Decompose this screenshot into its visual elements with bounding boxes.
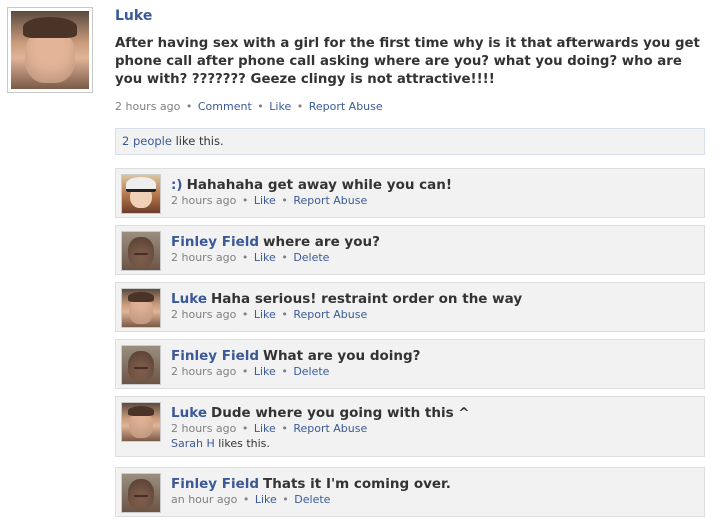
commenter-name-link[interactable]: Finley Field	[171, 476, 259, 492]
likes-suffix: like this.	[171, 134, 224, 148]
comment-meta: 2 hours ago • Like • Report Abuse	[171, 422, 367, 435]
report-abuse-link[interactable]: Report Abuse	[309, 100, 383, 113]
comment-meta: 2 hours ago • Like • Delete	[171, 251, 329, 264]
like-link[interactable]: Like	[269, 100, 291, 113]
comment-meta: 2 hours ago • Like • Report Abuse	[171, 308, 367, 321]
commenter-avatar[interactable]	[121, 345, 161, 385]
post-body: After having sex with a girl for the fir…	[115, 36, 700, 87]
likes-summary: 2 people like this.	[115, 128, 705, 155]
separator: •	[241, 194, 249, 207]
separator: •	[281, 422, 288, 435]
comment-item: Finley Field What are you doing? 2 hours …	[115, 339, 705, 389]
separator: •	[185, 100, 193, 113]
comment-text: where are you?	[263, 234, 380, 250]
comment-timestamp: 2 hours ago	[171, 251, 237, 264]
comment-text: Haha serious! restraint order on the way	[211, 291, 523, 307]
commenter-name-link[interactable]: Luke	[171, 291, 207, 307]
separator: •	[241, 365, 249, 378]
avatar	[122, 232, 160, 270]
comment-meta: an hour ago • Like • Delete	[171, 493, 330, 506]
comment-line: Luke Haha serious! restraint order on the…	[171, 288, 522, 307]
comment-timestamp: 2 hours ago	[171, 422, 237, 435]
commenter-name-link[interactable]: Luke	[171, 405, 207, 421]
delete-link[interactable]: Delete	[294, 493, 330, 506]
comment-line: :) Hahahaha get away while you can!	[171, 174, 452, 193]
avatar	[11, 11, 89, 89]
comment-item: Finley Field where are you? 2 hours ago •…	[115, 225, 705, 275]
avatar	[122, 403, 160, 441]
separator: •	[282, 493, 289, 506]
commenter-name-link[interactable]: Finley Field	[171, 234, 259, 250]
like-link[interactable]: Like	[254, 251, 276, 264]
post-timestamp: 2 hours ago	[115, 100, 181, 113]
report-abuse-link[interactable]: Report Abuse	[293, 308, 367, 321]
post-meta: 2 hours ago • Comment • Like • Report Ab…	[115, 100, 383, 113]
like-link[interactable]: Like	[254, 308, 276, 321]
separator: •	[281, 194, 288, 207]
delete-link[interactable]: Delete	[293, 365, 329, 378]
comment-text: Dude where you going with this ^	[211, 405, 470, 421]
comment-link[interactable]: Comment	[198, 100, 252, 113]
comment-meta: 2 hours ago • Like • Report Abuse	[171, 194, 367, 207]
comment-line: Luke Dude where you going with this ^	[171, 402, 470, 421]
comment-meta: 2 hours ago • Like • Delete	[171, 365, 329, 378]
separator: •	[296, 100, 304, 113]
separator: •	[281, 308, 288, 321]
comment-text: What are you doing?	[263, 348, 421, 364]
commenter-avatar[interactable]	[121, 288, 161, 328]
comment-timestamp: 2 hours ago	[171, 365, 237, 378]
separator: •	[241, 422, 249, 435]
separator: •	[241, 308, 249, 321]
like-link[interactable]: Like	[254, 365, 276, 378]
comment-timestamp: 2 hours ago	[171, 308, 237, 321]
avatar	[122, 474, 160, 512]
likes-suffix: likes this.	[214, 437, 270, 450]
avatar	[122, 289, 160, 327]
comment-line: Finley Field What are you doing?	[171, 345, 421, 364]
like-link[interactable]: Like	[254, 194, 276, 207]
comment-item: :) Hahahaha get away while you can! 2 hou…	[115, 168, 705, 218]
comment-line: Finley Field Thats it I'm coming over.	[171, 473, 451, 492]
comment-text: Thats it I'm coming over.	[263, 476, 451, 492]
separator: •	[242, 493, 250, 506]
avatar	[122, 175, 160, 213]
avatar	[122, 346, 160, 384]
commenter-avatar[interactable]	[121, 402, 161, 442]
comment-likes: Sarah H likes this.	[171, 437, 270, 450]
commenter-avatar[interactable]	[121, 231, 161, 271]
like-link[interactable]: Like	[255, 493, 277, 506]
commenter-avatar[interactable]	[121, 473, 161, 513]
separator: •	[281, 251, 288, 264]
commenter-avatar[interactable]	[121, 174, 161, 214]
post-author-link[interactable]: Luke	[115, 8, 152, 24]
comment-item: Luke Dude where you going with this ^ 2 h…	[115, 396, 705, 457]
delete-link[interactable]: Delete	[293, 251, 329, 264]
comment-item: Luke Haha serious! restraint order on the…	[115, 282, 705, 332]
likers-link[interactable]: 2 people	[122, 134, 172, 148]
commenter-name-link[interactable]: :)	[171, 177, 183, 193]
comment-text: Hahahaha get away while you can!	[186, 177, 453, 193]
commenter-name-link[interactable]: Finley Field	[171, 348, 259, 364]
report-abuse-link[interactable]: Report Abuse	[293, 194, 367, 207]
comment-item: Finley Field Thats it I'm coming over. an…	[115, 467, 705, 517]
like-link[interactable]: Like	[254, 422, 276, 435]
separator: •	[281, 365, 288, 378]
comment-timestamp: an hour ago	[171, 493, 238, 506]
separator: •	[241, 251, 249, 264]
report-abuse-link[interactable]: Report Abuse	[293, 422, 367, 435]
separator: •	[257, 100, 264, 113]
comment-line: Finley Field where are you?	[171, 231, 380, 250]
comment-timestamp: 2 hours ago	[171, 194, 237, 207]
profile-picture[interactable]	[7, 7, 93, 93]
liker-link[interactable]: Sarah H	[171, 437, 215, 450]
